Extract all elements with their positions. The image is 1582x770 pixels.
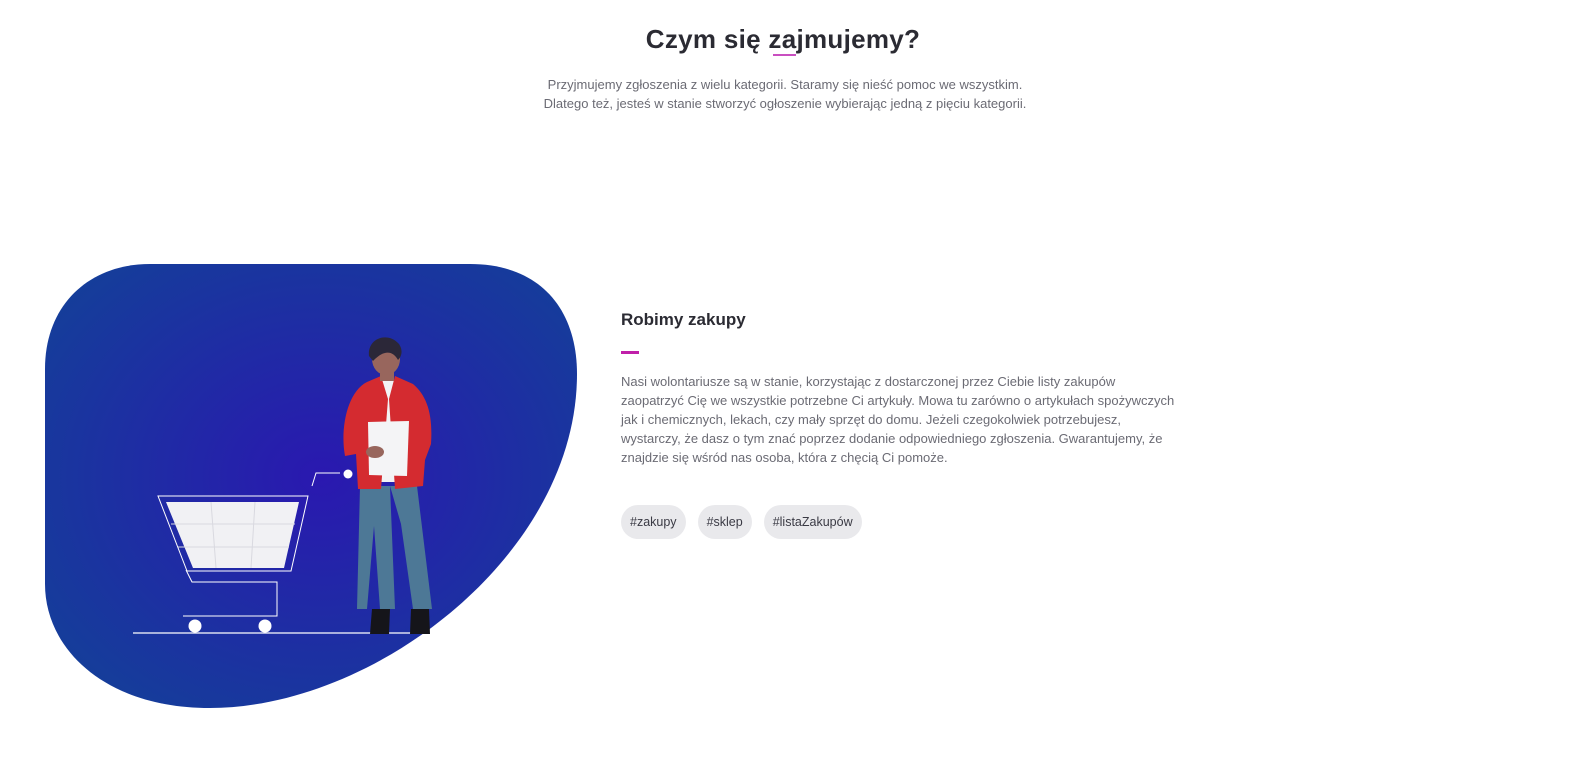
shopping-illustration bbox=[45, 264, 577, 708]
feature-title: Robimy zakupy bbox=[621, 310, 746, 329]
tag-zakupy[interactable]: #zakupy bbox=[621, 505, 686, 539]
tag-list: #zakupy #sklep #listaZakupów bbox=[621, 505, 862, 539]
feature-description: Nasi wolontariusze są w stanie, korzysta… bbox=[621, 374, 1175, 465]
illustration-background-blob bbox=[45, 264, 577, 708]
section-lead: Przyjmujemy zgłoszenia z wielu kategorii… bbox=[543, 77, 1027, 111]
tag-lista-zakupow[interactable]: #listaZakupów bbox=[763, 505, 862, 539]
title-accent-line bbox=[773, 54, 796, 56]
feature-accent-line bbox=[621, 351, 639, 354]
section-title: Czym się zajmujemy? bbox=[645, 23, 921, 54]
tag-sklep[interactable]: #sklep bbox=[697, 505, 752, 539]
